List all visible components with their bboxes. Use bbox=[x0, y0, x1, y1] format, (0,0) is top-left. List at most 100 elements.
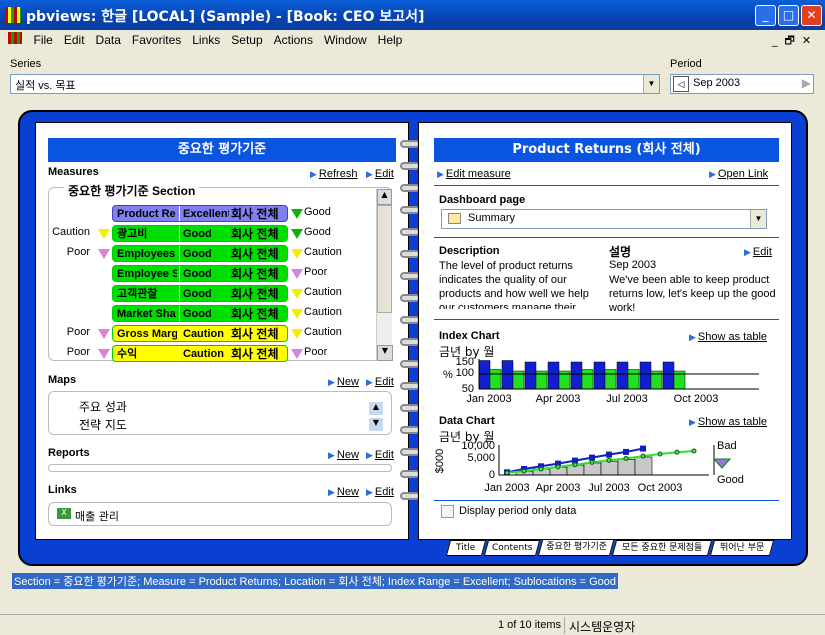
measure-range: Good bbox=[179, 286, 229, 301]
data-point bbox=[538, 466, 544, 472]
index-bar bbox=[627, 369, 640, 390]
links-edit-link[interactable]: ▶ Edit bbox=[366, 485, 394, 498]
data-bar bbox=[600, 460, 619, 476]
period-only-label: Display period only data bbox=[459, 505, 577, 517]
index-bar bbox=[524, 361, 537, 390]
scroll-up-icon[interactable]: ▲ bbox=[369, 402, 383, 415]
scroll-thumb[interactable] bbox=[377, 205, 392, 313]
measure-name: Employees bbox=[117, 248, 176, 260]
y-axis-label: % bbox=[443, 369, 453, 381]
tab-excellent[interactable]: 뛰어난 부문 bbox=[709, 540, 775, 556]
measure-name: 광고비 bbox=[117, 228, 148, 240]
measure-pill[interactable]: 고객관찰 Good 회사 전체 bbox=[112, 285, 288, 302]
binder-ring bbox=[400, 316, 420, 324]
measure-range: Good bbox=[179, 266, 229, 281]
map-item[interactable]: 전략 지도 bbox=[79, 416, 127, 433]
data-show-table-link[interactable]: ▶ Show as table bbox=[689, 415, 767, 428]
section-title: 중요한 평가기준 Section bbox=[64, 182, 200, 199]
menu-links[interactable]: Links bbox=[192, 33, 220, 47]
measure-pill[interactable]: Gross Marg Caution 회사 전체 bbox=[112, 325, 288, 342]
mdi-controls[interactable]: _ 🗗 ✕ bbox=[772, 32, 811, 51]
map-item[interactable]: 주요 성과 bbox=[79, 398, 127, 415]
binder-ring bbox=[400, 404, 420, 412]
close-button[interactable]: ✕ bbox=[801, 5, 822, 26]
period-only-checkbox[interactable] bbox=[441, 505, 454, 518]
index-show-table-link[interactable]: ▶ Show as table bbox=[689, 330, 767, 343]
desc-edit-link[interactable]: ▶ Edit bbox=[744, 245, 772, 258]
menu-actions[interactable]: Actions bbox=[274, 33, 313, 47]
data-chart: 10,0005,000 0 $000 Bad Good Jan 2003 Apr 2003 J… bbox=[434, 441, 744, 493]
maximize-button[interactable]: □ bbox=[778, 5, 799, 26]
scroll-down-icon[interactable]: ▼ bbox=[369, 418, 383, 431]
measure-pill[interactable]: Market Sha Good 회사 전체 bbox=[112, 305, 288, 322]
status-triangle-icon bbox=[98, 349, 110, 359]
menu-edit[interactable]: Edit bbox=[64, 33, 85, 47]
current-status: Poor bbox=[304, 266, 328, 278]
tab-title[interactable]: Title bbox=[445, 540, 487, 556]
measure-pill[interactable]: Employee S Good 회사 전체 bbox=[112, 265, 288, 282]
scroll-up-icon[interactable]: ▲ bbox=[377, 189, 392, 205]
measure-row[interactable]: Caution 광고비 Good 회사 전체 Good bbox=[36, 225, 376, 242]
reports-edit-link[interactable]: ▶ Edit bbox=[366, 448, 394, 461]
measure-pill[interactable]: 수익 Caution 회사 전체 bbox=[112, 345, 288, 362]
reports-new-link[interactable]: ▶ New bbox=[328, 448, 359, 461]
menu-favorites[interactable]: Favorites bbox=[132, 33, 181, 47]
dashboard-select[interactable]: Summary ▼ bbox=[441, 209, 767, 229]
desc-date: Sep 2003 bbox=[609, 259, 657, 271]
measure-row[interactable]: Market Sha Good 회사 전체 Caution bbox=[36, 305, 376, 322]
tab-key-measures[interactable]: 중요한 평가기준 bbox=[537, 540, 615, 556]
page-icon bbox=[448, 213, 461, 224]
measure-row[interactable]: Poor Gross Marg Caution 회사 전체 Caution bbox=[36, 325, 376, 342]
menu-setup[interactable]: Setup bbox=[231, 33, 262, 47]
measures-scrollbar[interactable]: ▲ ▼ bbox=[376, 189, 393, 361]
measure-row[interactable]: Poor 수익 Caution 회사 전체 Poor bbox=[36, 345, 376, 362]
book: 중요한 평가기준 Measures ▶ Refresh ▶ Edit 중요한 평가기… bbox=[18, 110, 808, 566]
binder-ring bbox=[400, 426, 420, 434]
refresh-link[interactable]: ▶ Refresh bbox=[310, 167, 357, 180]
measure-pill[interactable]: Employees Good 회사 전체 bbox=[112, 245, 288, 262]
minimize-button[interactable]: _ bbox=[755, 5, 776, 26]
links-new-link[interactable]: ▶ New bbox=[328, 485, 359, 498]
x-tick-label: Jan 2003 bbox=[466, 393, 511, 405]
x-tick-label: Apr 2003 bbox=[536, 482, 581, 493]
binder-ring bbox=[400, 162, 420, 170]
measure-range: Good bbox=[179, 306, 229, 321]
measure-name: 고객관찰 bbox=[117, 288, 158, 300]
scroll-down-icon[interactable]: ▼ bbox=[377, 345, 393, 361]
measures-edit-link[interactable]: ▶ Edit bbox=[366, 167, 394, 180]
menu-help[interactable]: Help bbox=[378, 33, 403, 47]
maps-edit-link[interactable]: ▶ Edit bbox=[366, 375, 394, 388]
measure-location: 회사 전체 bbox=[231, 227, 279, 241]
period-select[interactable]: ◁ Sep 2003 ▶ bbox=[670, 74, 814, 94]
series-select[interactable]: 실적 vs. 목표 ▼ bbox=[10, 74, 660, 94]
measure-row[interactable]: Employee S Good 회사 전체 Poor bbox=[36, 265, 376, 282]
data-point bbox=[606, 451, 612, 458]
prev-period-icon[interactable]: ◁ bbox=[673, 76, 689, 92]
menu-data[interactable]: Data bbox=[96, 33, 121, 47]
chevron-down-icon[interactable]: ▼ bbox=[643, 75, 659, 93]
left-page: 중요한 평가기준 Measures ▶ Refresh ▶ Edit 중요한 평가기… bbox=[35, 122, 409, 540]
maps-new-link[interactable]: ▶ New bbox=[328, 375, 359, 388]
menu-bar: File Edit Data Favorites Links Setup Actions Wi… bbox=[0, 30, 825, 50]
measure-row[interactable]: 고객관찰 Good 회사 전체 Caution bbox=[36, 285, 376, 302]
measure-row[interactable]: Product Re Excellent 회사 전체 Good bbox=[36, 205, 376, 222]
korean-desc-label: 설명 bbox=[609, 245, 632, 259]
menu-window[interactable]: Window bbox=[324, 33, 367, 47]
menu-file[interactable]: File bbox=[34, 33, 53, 47]
doc-icon bbox=[8, 32, 22, 44]
tab-all-issues[interactable]: 모든 중요한 문제점들 bbox=[611, 540, 713, 556]
tab-contents[interactable]: Contents bbox=[483, 540, 541, 556]
prior-status: Poor bbox=[66, 346, 90, 358]
link-item[interactable]: 매출 관리 bbox=[75, 508, 119, 524]
data-point bbox=[623, 456, 629, 461]
edit-measure-link[interactable]: ▶ Edit measure bbox=[437, 167, 511, 180]
next-period-icon[interactable]: ▶ bbox=[802, 76, 811, 90]
measure-pill[interactable]: Product Re Excellent 회사 전체 bbox=[112, 205, 288, 222]
chevron-down-icon[interactable]: ▼ bbox=[750, 210, 766, 228]
open-link[interactable]: ▶ Open Link bbox=[709, 167, 768, 180]
measure-range: Excellent bbox=[179, 206, 229, 221]
binder-ring bbox=[400, 360, 420, 368]
measure-pill[interactable]: 광고비 Good 회사 전체 bbox=[112, 225, 288, 242]
y-tick-label: 100 bbox=[456, 367, 474, 379]
measure-row[interactable]: Poor Employees Good 회사 전체 Caution bbox=[36, 245, 376, 262]
